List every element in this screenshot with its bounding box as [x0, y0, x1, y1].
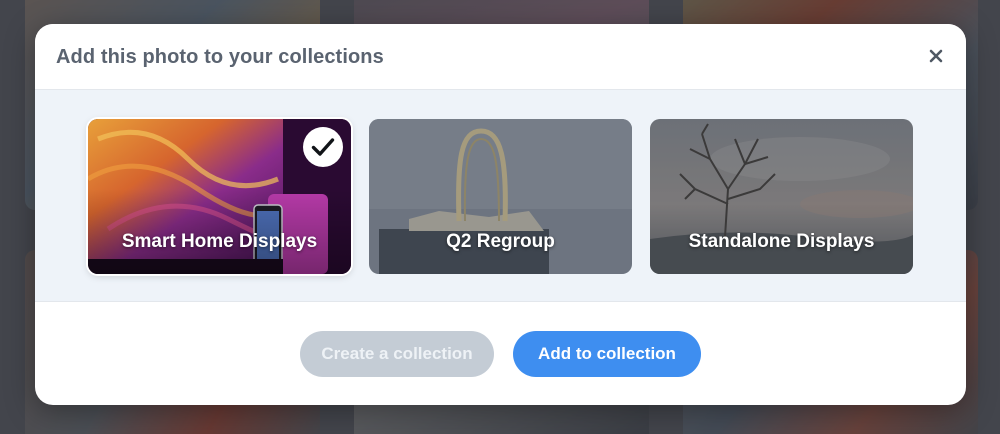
add-to-collection-modal: Add this photo to your collections Smart…: [35, 24, 966, 405]
close-button[interactable]: [924, 44, 948, 68]
collection-name: Smart Home Displays: [121, 231, 318, 252]
modal-title: Add this photo to your collections: [56, 46, 384, 68]
collection-name: Standalone Displays: [688, 231, 875, 252]
add-to-collection-button[interactable]: Add to collection: [513, 331, 701, 377]
selected-badge: [303, 127, 343, 167]
collection-card-q2-regroup[interactable]: Q2 Regroup: [369, 119, 632, 274]
checkmark-icon: [311, 138, 335, 156]
create-collection-button[interactable]: Create a collection: [300, 331, 494, 377]
modal-footer: Create a collection Add to collection: [35, 303, 966, 405]
collection-card-smart-home-displays[interactable]: Smart Home Displays: [88, 119, 351, 274]
collection-name: Q2 Regroup: [446, 231, 555, 252]
collection-card-standalone-displays[interactable]: Standalone Displays: [650, 119, 913, 274]
collections-list: Smart Home Displays Q2 Regroup Standalon…: [35, 90, 966, 302]
close-icon: [929, 49, 943, 63]
modal-header: Add this photo to your collections: [35, 24, 966, 90]
